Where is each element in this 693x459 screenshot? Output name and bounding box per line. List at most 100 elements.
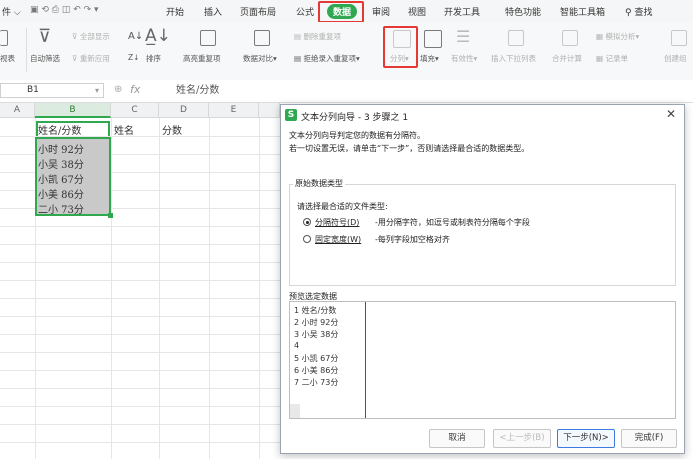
tab-dev-tools[interactable]: 开发工具 (444, 5, 480, 18)
validity-button[interactable]: 有效性▾ (451, 53, 477, 64)
consolidate-button[interactable]: 合并计算 (552, 53, 582, 64)
tab-formula[interactable]: 公式 (296, 5, 314, 18)
radio-delimited-dot (305, 220, 309, 224)
fx-icon[interactable]: fx (130, 83, 140, 96)
sort-icon: A̲↓ (145, 26, 171, 46)
split-button-highlight (383, 26, 418, 68)
intro-line-2: 若一切设置无误，请单击“下一步”，否则请选择最合适的数据类型。 (289, 144, 530, 153)
quick-access-toolbar[interactable]: ▣ ⟲ ⎙ ◫ ↶ ↷ ▾ (30, 5, 99, 15)
record-form-button[interactable]: ▦ 记录单 (596, 53, 628, 64)
choose-type-label: 请选择最合适的文件类型: (297, 202, 388, 211)
reapply-button[interactable]: ⊽ 重新应用 (72, 53, 110, 64)
col-header-d[interactable]: D (159, 103, 209, 118)
col-header-e[interactable]: E (209, 103, 259, 118)
pivot-table-button[interactable]: 视表 (0, 53, 15, 64)
record-form-icon: ▦ (596, 54, 604, 63)
pivot-table-icon (0, 30, 8, 46)
fill-handle[interactable] (108, 213, 113, 218)
data-compare-icon (254, 30, 270, 46)
tab-file[interactable]: 件 ⌵ (2, 5, 21, 18)
formula-input[interactable]: 姓名/分数 (176, 83, 676, 98)
simulate-analysis-icon: ▦ (596, 32, 604, 41)
group-label: 原始数据类型 (293, 178, 345, 189)
intro-line-1: 文本分列向导判定您的数据有分隔符。 (289, 131, 425, 140)
create-group-icon (671, 30, 687, 46)
radio-delimited-label[interactable]: 分隔符号(D) (315, 217, 359, 228)
radio-fixed-width[interactable] (303, 235, 311, 243)
cell-b1[interactable]: 姓名/分数 (38, 122, 81, 137)
consolidate-icon (562, 30, 578, 46)
preview-scrollbar-corner (290, 404, 300, 418)
col-header-f[interactable] (259, 103, 280, 118)
cell-b5[interactable]: 小美 86分 (38, 186, 84, 201)
preview-row-7: 7 二小 73分 (294, 378, 339, 387)
zoom-icon[interactable]: ⊕ (114, 84, 122, 95)
preview-row-3: 3 小吴 38分 (294, 330, 339, 339)
tab-view[interactable]: 视图 (408, 5, 426, 18)
finish-button[interactable]: 完成(F) (621, 429, 677, 448)
radio-delimited-desc: -用分隔字符，如逗号或制表符分隔每个字段 (375, 218, 530, 227)
search-icon: ⚲ (625, 8, 632, 18)
cell-b3[interactable]: 小吴 38分 (38, 156, 84, 171)
tab-review[interactable]: 审阅 (372, 5, 390, 18)
tab-search[interactable]: ⚲ 查找 (625, 5, 652, 18)
reapply-icon: ⊽ (72, 54, 78, 63)
data-compare-button[interactable]: 数据对比▾ (243, 53, 277, 64)
reject-duplicates-button[interactable]: ▤ 拒绝录入重复项▾ (294, 53, 360, 64)
next-step-button[interactable]: 下一步(N)> (557, 429, 615, 448)
radio-fixed-width-desc: -每列字段加空格对齐 (375, 235, 450, 244)
radio-fixed-width-label[interactable]: 固定宽度(W) (315, 234, 361, 245)
ribbon-divider (26, 28, 27, 72)
sort-desc-icon[interactable]: Z↓ (128, 53, 139, 62)
highlight-duplicates-button[interactable]: 高亮重复项 (183, 53, 221, 64)
preview-column-divider (365, 302, 366, 418)
preview-row-1: 1 姓名/分数 (294, 306, 337, 315)
col-header-c[interactable]: C (111, 103, 159, 118)
tab-smart-toolbox[interactable]: 智能工具箱 (560, 5, 605, 18)
tab-special[interactable]: 特色功能 (505, 5, 541, 18)
filter-icon: ⊽ (38, 26, 52, 47)
prev-step-button[interactable]: <上一步(B) (493, 429, 551, 448)
radio-delimited[interactable] (303, 218, 311, 226)
preview-row-4: 4 (294, 341, 300, 350)
preview-box[interactable]: 1 姓名/分数 2 小时 92分 3 小吴 38分 4 5 小凯 67分 6 小… (289, 301, 676, 419)
fill-icon (424, 30, 442, 48)
fill-button[interactable]: 填充▾ (420, 53, 439, 64)
tab-page-layout[interactable]: 页面布局 (240, 5, 276, 18)
name-box-dropdown-icon[interactable]: ▾ (95, 84, 99, 97)
highlight-duplicates-icon (200, 30, 216, 46)
col-header-a[interactable]: A (0, 103, 35, 118)
cell-b6[interactable]: 二小 73分 (38, 201, 84, 216)
show-all-icon: ⊽ (72, 32, 78, 41)
auto-filter-button[interactable]: 自动筛选 (30, 53, 60, 64)
tab-insert[interactable]: 插入 (204, 5, 222, 18)
col-header-b[interactable]: B (35, 103, 111, 118)
delete-duplicates-icon: ▤ (294, 32, 302, 41)
cancel-button[interactable]: 取消 (429, 429, 485, 448)
wps-sheet-icon: S (285, 109, 297, 121)
cell-d1[interactable]: 分数 (162, 122, 182, 137)
show-all-button[interactable]: ⊽ 全部显示 (72, 31, 110, 42)
cell-b2[interactable]: 小时 92分 (38, 141, 84, 156)
preview-row-5: 5 小凯 67分 (294, 354, 339, 363)
sort-button[interactable]: 排序 (146, 53, 161, 64)
insert-dropdown-icon (508, 30, 524, 46)
validity-icon: ☰ (456, 27, 471, 46)
delete-duplicates-button[interactable]: ▤ 删除重复项 (294, 31, 341, 42)
close-icon[interactable]: ✕ (666, 107, 676, 121)
dialog-title: 文本分列向导 - 3 步骤之 1 (301, 113, 409, 123)
text-to-columns-dialog: S 文本分列向导 - 3 步骤之 1 ✕ 文本分列向导判定您的数据有分隔符。 若… (280, 104, 685, 454)
create-group-button[interactable]: 创建组 (664, 53, 687, 64)
tab-start[interactable]: 开始 (166, 5, 184, 18)
simulate-analysis-button[interactable]: ▦ 模拟分析▾ (596, 31, 639, 42)
sort-asc-icon[interactable]: A↓ (128, 31, 143, 42)
data-tab-highlight (318, 1, 364, 23)
cell-c1[interactable]: 姓名 (114, 122, 134, 137)
ribbon-data-panel: 视表 ⊽ 自动筛选 ⊽ 全部显示 ⊽ 重新应用 A↓ Z↓ A̲↓ 排序 高亮重… (0, 22, 693, 81)
insert-dropdown-button[interactable]: 插入下拉列表 (491, 53, 536, 64)
preview-row-2: 2 小时 92分 (294, 318, 339, 327)
cell-b4[interactable]: 小凯 67分 (38, 171, 84, 186)
preview-row-6: 6 小美 86分 (294, 366, 339, 375)
name-box[interactable]: B1 ▾ (0, 83, 104, 98)
reject-duplicates-icon: ▤ (294, 54, 302, 63)
